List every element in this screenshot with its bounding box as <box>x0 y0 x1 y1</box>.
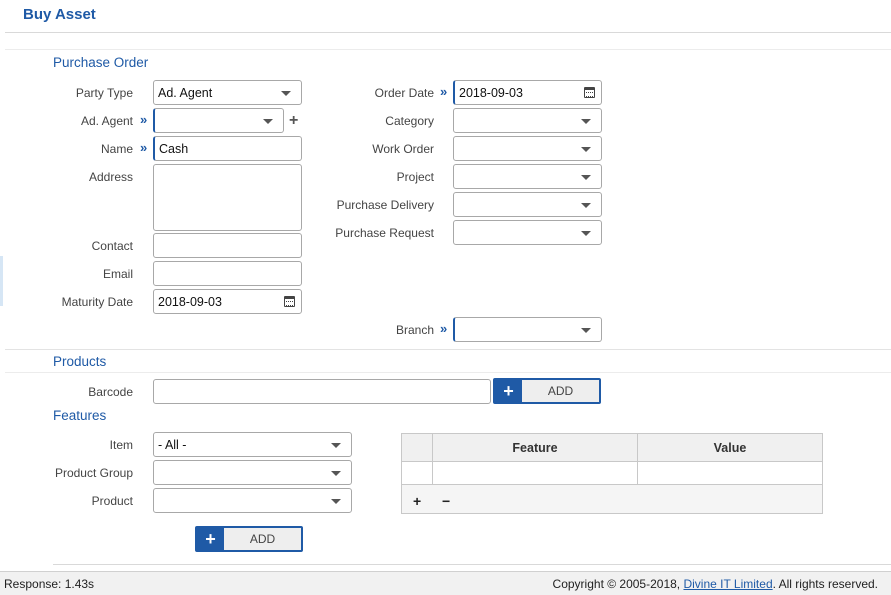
order-date-label: Order Date <box>374 86 434 100</box>
bottom-divider <box>53 564 891 565</box>
category-select[interactable] <box>453 108 602 133</box>
add-product-label: ADD <box>547 384 574 398</box>
column-divider <box>637 434 638 485</box>
purchase-delivery-select[interactable] <box>453 192 602 217</box>
double-chevron-icon[interactable]: » <box>140 113 147 126</box>
name-value: Cash <box>159 141 189 156</box>
column-divider <box>432 434 433 485</box>
email-input[interactable] <box>153 261 302 286</box>
contact-label: Contact <box>91 239 133 253</box>
address-textarea[interactable] <box>153 164 302 231</box>
add-feature-button[interactable]: + ADD <box>195 526 303 552</box>
category-label: Category <box>385 114 434 128</box>
chevron-down-icon <box>581 203 591 208</box>
name-input[interactable]: Cash <box>153 136 302 161</box>
chevron-down-icon <box>331 443 341 448</box>
plus-icon: + <box>495 380 522 402</box>
company-link[interactable]: Divine IT Limited <box>683 577 772 591</box>
address-label: Address <box>88 170 133 184</box>
item-label: Item <box>109 438 133 452</box>
column-header-value[interactable]: Value <box>638 434 822 462</box>
copyright-prefix: Copyright © 2005-2018, <box>552 577 684 591</box>
add-agent-plus-icon[interactable]: + <box>289 113 298 129</box>
purchase-delivery-label: Purchase Delivery <box>336 198 434 212</box>
party-type-select[interactable]: Ad. Agent <box>153 80 302 105</box>
chevron-down-icon <box>281 91 291 96</box>
plus-icon: + <box>197 528 224 550</box>
ad-agent-label: Ad. Agent <box>80 114 133 128</box>
double-chevron-icon[interactable]: » <box>440 85 447 98</box>
item-value: - All - <box>158 437 187 452</box>
chevron-down-icon <box>581 119 591 124</box>
calendar-icon[interactable] <box>284 296 295 307</box>
barcode-label: Barcode <box>88 385 133 399</box>
ad-agent-select[interactable] <box>153 108 284 133</box>
section-title-products: Products <box>53 354 107 369</box>
response-time: Response: 1.43s <box>4 577 95 591</box>
party-type-value: Ad. Agent <box>158 85 213 100</box>
chevron-down-icon <box>581 328 591 333</box>
chevron-down-icon <box>263 119 273 124</box>
purchase-request-select[interactable] <box>453 220 602 245</box>
products-subdivider <box>5 372 891 373</box>
product-label: Product <box>91 494 133 508</box>
branch-select[interactable] <box>453 317 602 342</box>
chevron-down-icon <box>581 231 591 236</box>
double-chevron-icon[interactable]: » <box>440 322 447 335</box>
double-chevron-icon[interactable]: » <box>140 141 147 154</box>
left-edge-marker <box>0 256 3 306</box>
column-header-feature[interactable]: Feature <box>433 434 637 462</box>
name-label: Name <box>100 142 133 156</box>
product-group-select[interactable] <box>153 460 352 485</box>
add-product-button[interactable]: + ADD <box>493 378 601 404</box>
maturity-date-input[interactable]: 2018-09-03 <box>153 289 302 314</box>
copyright-suffix: . All rights reserved. <box>772 577 878 591</box>
maturity-date-label: Maturity Date <box>61 295 133 309</box>
section-title-purchase-order: Purchase Order <box>53 55 149 70</box>
chevron-down-icon <box>331 499 341 504</box>
order-date-value: 2018-09-03 <box>459 85 523 100</box>
work-order-label: Work Order <box>372 142 434 156</box>
title-divider <box>5 32 891 33</box>
chevron-down-icon <box>581 175 591 180</box>
party-type-label: Party Type <box>75 86 133 100</box>
features-table: Feature Value + − <box>401 433 823 514</box>
table-row[interactable] <box>402 462 822 485</box>
email-label: Email <box>102 267 133 281</box>
section-title-features: Features <box>53 408 107 423</box>
barcode-input[interactable] <box>153 379 491 404</box>
products-divider <box>5 349 891 350</box>
remove-row-icon[interactable]: − <box>442 493 450 509</box>
chevron-down-icon <box>331 471 341 476</box>
status-bar: Response: 1.43s Copyright © 2005-2018, D… <box>0 571 891 595</box>
contact-input[interactable] <box>153 233 302 258</box>
chevron-down-icon <box>581 147 591 152</box>
top-divider <box>5 49 891 50</box>
product-select[interactable] <box>153 488 352 513</box>
copyright: Copyright © 2005-2018, Divine IT Limited… <box>553 577 878 591</box>
add-row-icon[interactable]: + <box>413 493 421 509</box>
calendar-icon[interactable] <box>584 87 595 98</box>
add-feature-label: ADD <box>249 532 276 546</box>
item-select[interactable]: - All - <box>153 432 352 457</box>
maturity-date-value: 2018-09-03 <box>158 294 222 309</box>
project-select[interactable] <box>453 164 602 189</box>
project-label: Project <box>396 170 434 184</box>
branch-label: Branch <box>395 323 434 337</box>
page-title: Buy Asset <box>23 6 96 23</box>
work-order-select[interactable] <box>453 136 602 161</box>
product-group-label: Product Group <box>54 466 133 480</box>
purchase-request-label: Purchase Request <box>335 226 434 240</box>
order-date-input[interactable]: 2018-09-03 <box>453 80 602 105</box>
